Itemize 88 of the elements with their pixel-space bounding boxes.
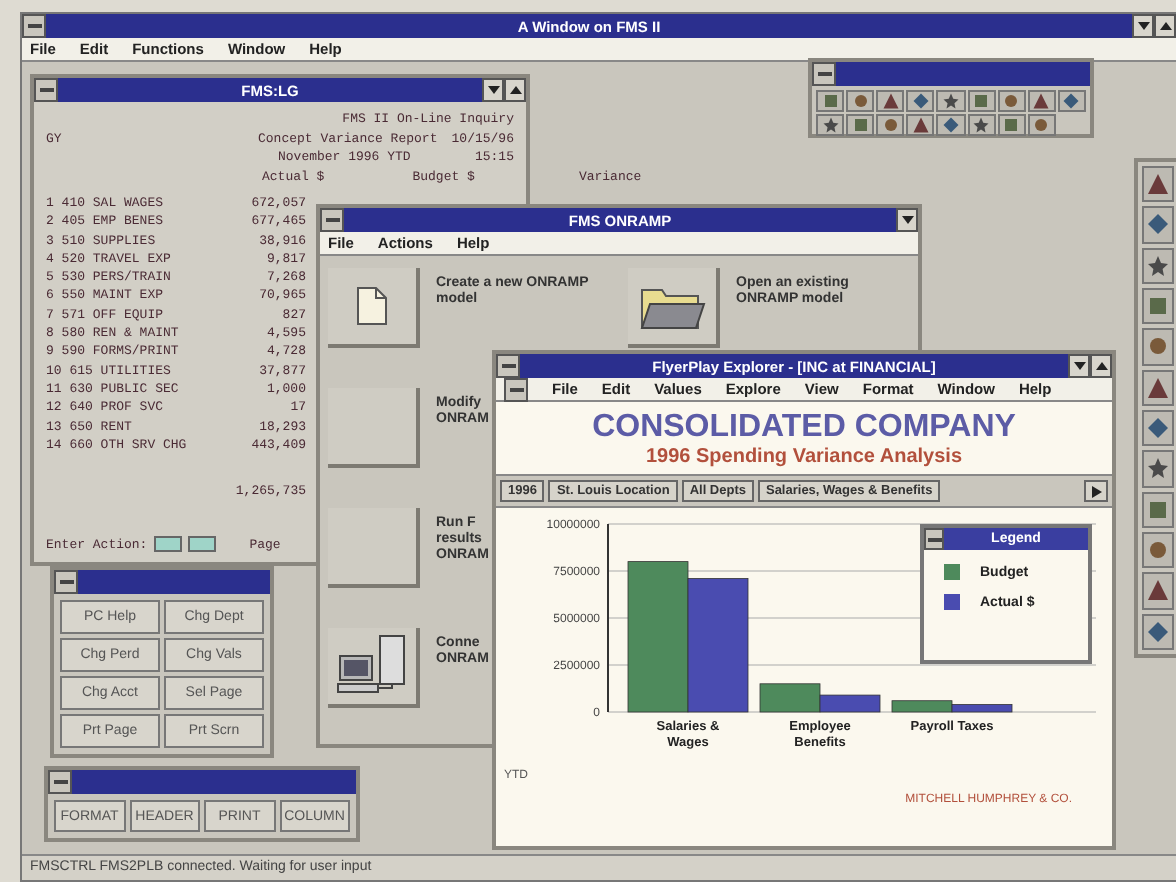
up-triangle-icon	[509, 86, 521, 94]
tool-button[interactable]	[876, 114, 905, 136]
diamond-icon	[1146, 619, 1170, 644]
system-menu-button[interactable]	[22, 14, 46, 38]
triangle-icon	[1032, 92, 1051, 110]
square-icon	[1146, 497, 1170, 522]
circle-icon	[1146, 538, 1170, 563]
system-menu-button[interactable]	[812, 62, 836, 86]
tool-button[interactable]	[936, 90, 966, 112]
diamond-icon	[1146, 212, 1170, 237]
action-button[interactable]	[328, 628, 420, 708]
square-icon	[821, 92, 840, 110]
report-subtitle: 1996 Spending Variance Analysis	[645, 446, 963, 468]
minimize-button[interactable]	[482, 78, 504, 102]
circle-icon	[1032, 116, 1051, 134]
action-field[interactable]	[153, 536, 182, 553]
up-triangle-icon	[1095, 362, 1107, 370]
system-menu-button[interactable]	[320, 208, 344, 232]
tool-button[interactable]	[846, 114, 875, 136]
tool-button[interactable]	[1142, 247, 1174, 284]
tool-button[interactable]	[1142, 409, 1174, 447]
tool-button[interactable]	[997, 90, 1026, 112]
tool-button[interactable]	[1142, 166, 1174, 203]
triangle-icon	[1146, 172, 1170, 197]
circle-icon	[881, 116, 900, 134]
action-field[interactable]	[187, 536, 216, 553]
down-triangle-icon	[1073, 362, 1085, 370]
triangle-icon	[1146, 578, 1170, 603]
tool-button[interactable]	[997, 114, 1026, 136]
minimize-button[interactable]	[1132, 14, 1154, 38]
circle-icon	[1146, 334, 1170, 359]
tool-button[interactable]	[936, 114, 966, 136]
tool-button[interactable]	[1057, 90, 1086, 112]
maximize-button[interactable]	[1154, 14, 1176, 38]
down-triangle-icon	[901, 216, 913, 224]
star-icon	[1146, 253, 1170, 278]
scroll-right-button[interactable]	[1084, 480, 1108, 502]
star-icon	[821, 116, 840, 134]
square-icon	[1002, 116, 1021, 134]
tool-button[interactable]	[846, 90, 875, 112]
up-triangle-icon	[1159, 22, 1171, 30]
tool-button[interactable]	[816, 114, 845, 136]
tool-button[interactable]	[1142, 450, 1174, 488]
circle-icon	[1002, 92, 1021, 110]
minimize-button[interactable]	[896, 208, 918, 232]
tool-button[interactable]	[1142, 287, 1174, 325]
square-icon	[851, 116, 870, 134]
new-document-icon	[356, 286, 388, 326]
report-title: CONSOLIDATED COMPANY	[592, 410, 1016, 446]
star-icon	[972, 116, 991, 134]
system-menu-button[interactable]	[54, 570, 78, 594]
tool-button[interactable]	[1142, 328, 1174, 366]
system-menu-button[interactable]	[48, 770, 72, 794]
square-icon	[1146, 294, 1170, 319]
tool-button[interactable]	[1142, 531, 1174, 569]
tool-button[interactable]	[1027, 114, 1056, 136]
system-menu-button[interactable]	[496, 354, 520, 378]
system-menu-button[interactable]	[34, 78, 58, 102]
down-triangle-icon	[487, 86, 499, 94]
tool-button[interactable]	[906, 114, 935, 136]
star-icon	[941, 92, 960, 110]
down-triangle-icon	[1137, 22, 1149, 30]
tool-button[interactable]	[906, 90, 935, 112]
triangle-icon	[1146, 375, 1170, 400]
circle-icon	[851, 92, 870, 110]
tool-button[interactable]	[1142, 369, 1174, 406]
bar	[687, 578, 749, 713]
maximize-button[interactable]	[1090, 354, 1112, 378]
tool-button[interactable]	[1027, 90, 1056, 112]
right-triangle-icon	[1091, 485, 1101, 497]
tool-button[interactable]	[1142, 206, 1174, 244]
diamond-icon	[1146, 416, 1170, 441]
action-button[interactable]	[328, 268, 420, 348]
maximize-button[interactable]	[504, 78, 526, 102]
tool-button[interactable]	[1142, 572, 1174, 610]
tool-button[interactable]	[1142, 613, 1174, 650]
tool-button[interactable]	[1142, 491, 1174, 528]
star-icon	[1146, 456, 1170, 481]
system-menu-button[interactable]	[924, 528, 944, 550]
action-button[interactable]	[628, 268, 720, 348]
diamond-icon	[1062, 92, 1081, 110]
document-menu-button[interactable]	[504, 377, 528, 401]
tool-button[interactable]	[967, 90, 996, 112]
minimize-button[interactable]	[1068, 354, 1090, 378]
square-icon	[972, 92, 991, 110]
tool-button[interactable]	[967, 114, 996, 136]
tool-button[interactable]	[816, 90, 845, 112]
tool-button[interactable]	[876, 90, 905, 112]
